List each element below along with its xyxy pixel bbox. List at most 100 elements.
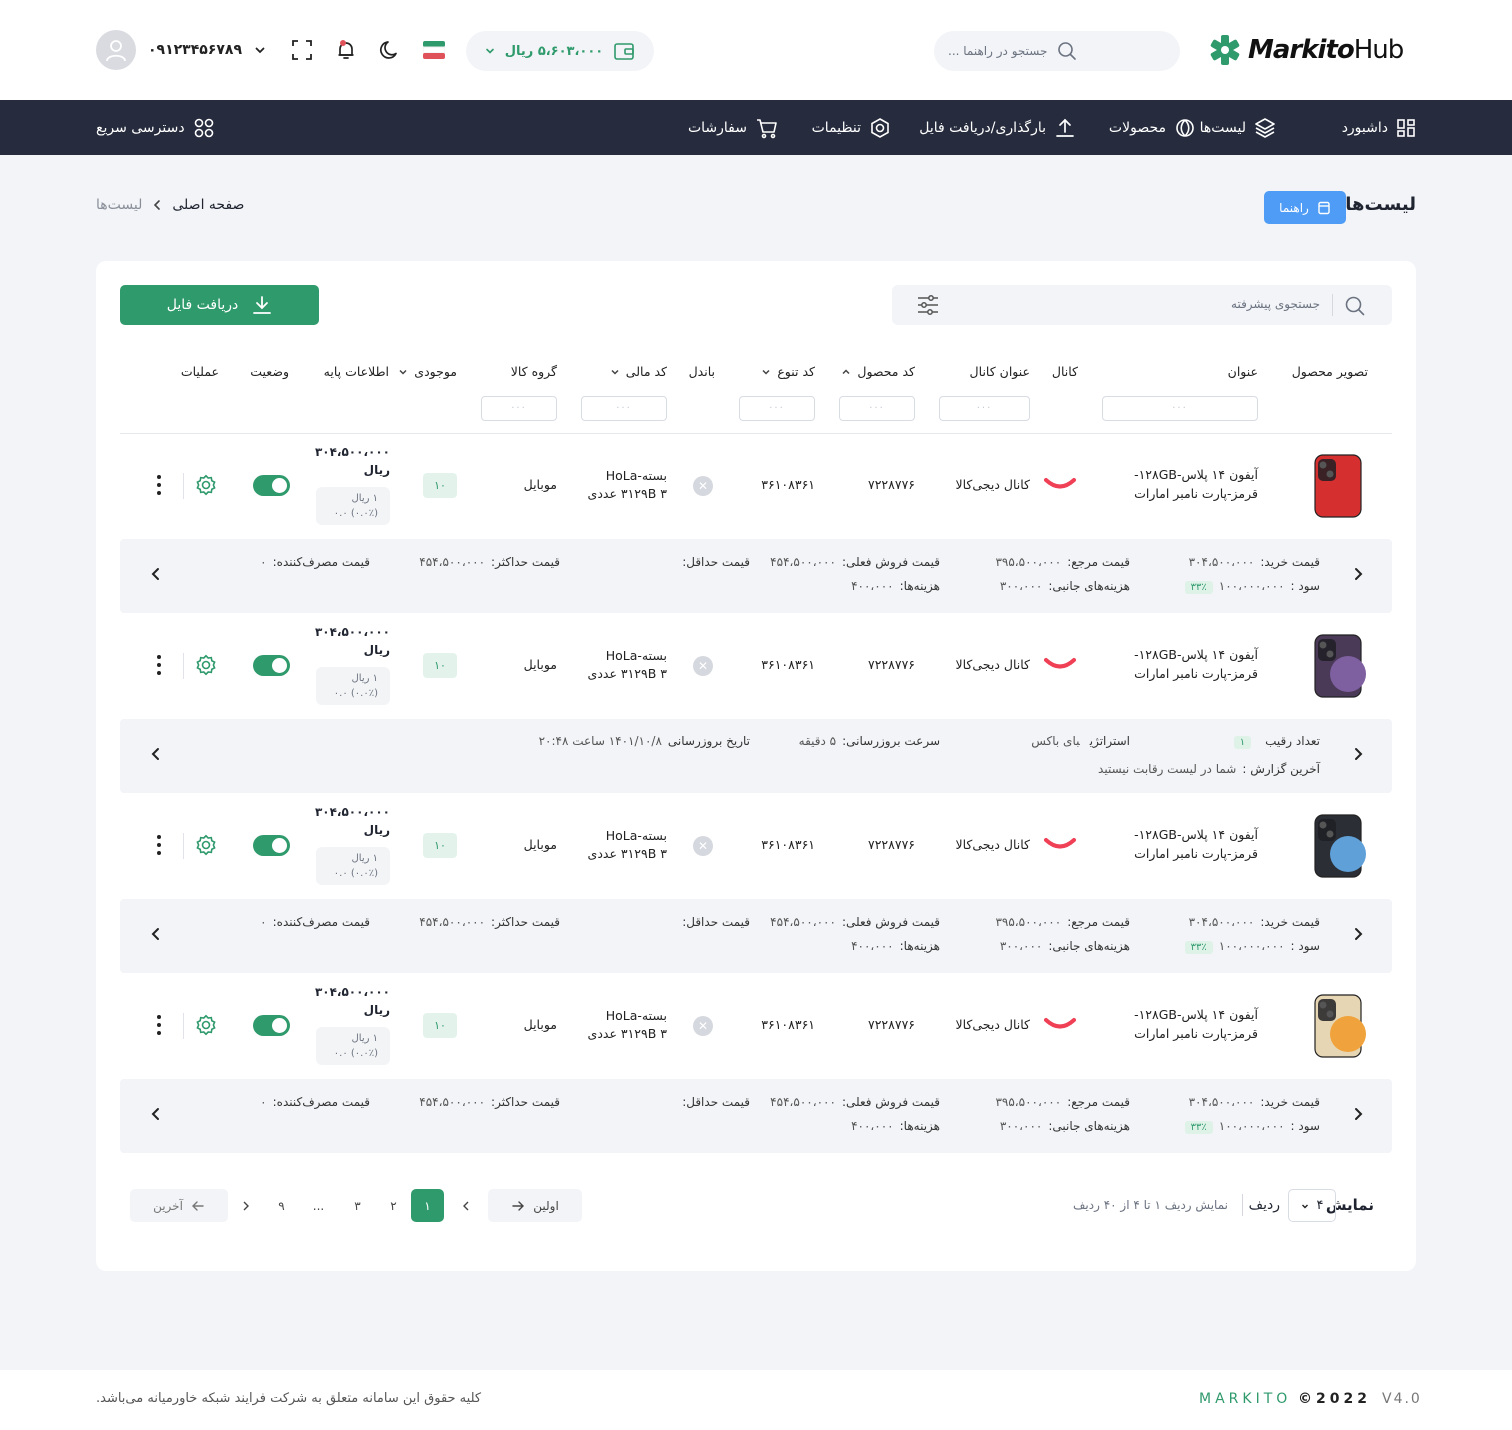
- settings-gear-icon[interactable]: [195, 834, 217, 856]
- filter-variant-code-input[interactable]: ···: [739, 396, 815, 421]
- settings-gear-icon[interactable]: [195, 474, 217, 496]
- product-title[interactable]: آیفون ۱۴ پلاس-۱۲۸GB-قرمز-پارت نامبر امار…: [1108, 1005, 1258, 1043]
- status-toggle[interactable]: [253, 1015, 290, 1036]
- filter-sliders-icon[interactable]: [916, 294, 940, 316]
- base-info-box: ۱ ریال (۰.۰٪) ۰.۰: [316, 1027, 390, 1065]
- page-number-active[interactable]: ۱: [411, 1189, 444, 1222]
- base-price: ۳۰۴،۵۰۰،۰۰۰ ریال: [315, 983, 390, 1019]
- product-title[interactable]: آیفون ۱۴ پلاس-۱۲۸GB-قرمز-پارت نامبر امار…: [1108, 645, 1258, 683]
- stock-badge: ۱۰: [423, 653, 457, 678]
- table-row[interactable]: آیفون ۱۴ پلاس-۱۲۸GB-قرمز-پارت نامبر امار…: [120, 793, 1392, 900]
- advanced-search[interactable]: جستجوی پیشرفته: [892, 285, 1392, 325]
- filter-title-input[interactable]: ···: [1102, 396, 1258, 421]
- filter-channel-title-input[interactable]: ···: [939, 396, 1030, 421]
- nav-item-products[interactable]: محصولات: [1109, 100, 1196, 155]
- stock-badge: ۱۰: [423, 1013, 457, 1038]
- more-options-icon[interactable]: [156, 833, 162, 857]
- column-header-group: گروه کالا: [510, 364, 557, 379]
- actions-divider: [183, 1013, 184, 1039]
- consumer-price: قیمت مصرف‌کننده:۰: [260, 555, 370, 569]
- current-sell-price: قیمت فروش فعلی:۴۵۴،۵۰۰،۰۰۰: [770, 555, 940, 569]
- dark-mode-icon[interactable]: [378, 38, 402, 62]
- buy-price: قیمت خرید:۳۰۴،۵۰۰،۰۰۰: [1188, 915, 1320, 929]
- chevron-left-icon[interactable]: [150, 566, 162, 582]
- digikala-logo-icon: [1044, 1017, 1076, 1031]
- column-header-channel-title: عنوان کانال: [969, 364, 1030, 379]
- filter-finance-code-input[interactable]: ···: [581, 396, 667, 421]
- wallet-balance[interactable]: ۵،۶۰۳،۰۰۰ ریال: [466, 31, 654, 71]
- variant-code: ۳۶۱۰۸۳۶۱: [761, 1017, 815, 1032]
- breadcrumb-home[interactable]: صفحه اصلی: [172, 197, 244, 213]
- rows-summary: نمایش ردیف ۱ تا ۴ از ۴۰ ردیف: [1072, 1198, 1228, 1212]
- fullscreen-icon[interactable]: [290, 38, 314, 62]
- buy-price: قیمت خرید:۳۰۴،۵۰۰،۰۰۰: [1188, 1095, 1320, 1109]
- profit: سود :۱۰۰،۰۰۰،۰۰۰۳۳٪: [1184, 1119, 1320, 1134]
- column-header-variant-code[interactable]: کد تنوع: [761, 364, 815, 379]
- filter-product-code-input[interactable]: ···: [839, 396, 915, 421]
- product-group: موبایل: [523, 477, 557, 492]
- table-row[interactable]: آیفون ۱۴ پلاس-۱۲۸GB-قرمز-پارت نامبر امار…: [120, 433, 1392, 540]
- status-toggle[interactable]: [253, 835, 290, 856]
- nav-item-dashboard[interactable]: داشبورد: [1342, 100, 1416, 155]
- chevron-right-icon[interactable]: [1352, 566, 1364, 582]
- product-title[interactable]: آیفون ۱۴ پلاس-۱۲۸GB-قرمز-پارت نامبر امار…: [1108, 825, 1258, 863]
- logo[interactable]: MarkitoHub: [1208, 30, 1414, 70]
- prev-page-button[interactable]: [449, 1189, 482, 1222]
- status-toggle[interactable]: [253, 655, 290, 676]
- upload-icon: [1056, 118, 1074, 137]
- settings-gear-icon[interactable]: [195, 1014, 217, 1036]
- column-header-finance-code[interactable]: کد مالی: [610, 364, 667, 379]
- language-flag-icon[interactable]: [422, 38, 446, 62]
- last-page-button[interactable]: آخرین: [130, 1189, 228, 1222]
- nav-item-settings[interactable]: تنظیمات: [812, 100, 891, 155]
- filter-group-input[interactable]: ···: [481, 396, 557, 421]
- product-title[interactable]: آیفون ۱۴ پلاس-۱۲۸GB-قرمز-پارت نامبر امار…: [1108, 465, 1258, 503]
- more-options-icon[interactable]: [156, 1013, 162, 1037]
- chevron-down-icon: [1301, 1204, 1308, 1208]
- table-row[interactable]: آیفون ۱۴ پلاس-۱۲۸GB-قرمز-پارت نامبر امار…: [120, 973, 1392, 1080]
- base-info-line: ۱ ریال: [351, 853, 378, 864]
- table-row[interactable]: آیفون ۱۴ پلاس-۱۲۸GB-قرمز-پارت نامبر امار…: [120, 613, 1392, 720]
- product-code: ۷۲۲۸۷۷۶: [868, 1017, 915, 1032]
- page-number[interactable]: ۲: [377, 1189, 410, 1222]
- finance-code: بسته-HoLa ۳۱۲۹B ۳ عددی: [587, 828, 667, 861]
- next-page-button[interactable]: [229, 1189, 262, 1222]
- current-sell-price: قیمت فروش فعلی:۴۵۴،۵۰۰،۰۰۰: [770, 915, 940, 929]
- nav-item-upload[interactable]: بارگذاری/دریافت فایل: [919, 100, 1076, 155]
- buy-price: قیمت خرید:۳۰۴،۵۰۰،۰۰۰: [1188, 555, 1320, 569]
- wallet-icon: [614, 43, 635, 60]
- footer-version: V4.0: [1382, 1391, 1422, 1407]
- first-page-button[interactable]: اولین: [488, 1189, 582, 1222]
- status-toggle[interactable]: [253, 475, 290, 496]
- guide-button[interactable]: راهنما: [1264, 191, 1346, 224]
- page-size-select[interactable]: ۴: [1288, 1189, 1336, 1222]
- variant-code: ۳۶۱۰۸۳۶۱: [761, 657, 815, 672]
- chevron-right-icon[interactable]: [1352, 926, 1364, 942]
- product-image: [1308, 454, 1368, 518]
- settings-gear-icon[interactable]: [195, 654, 217, 676]
- first-page-label: اولین: [533, 1198, 559, 1213]
- chevron-left-icon[interactable]: [150, 1106, 162, 1122]
- costs: هزینه‌ها:۴۰۰،۰۰۰: [851, 1119, 940, 1133]
- nav-item-orders[interactable]: سفارشات: [688, 100, 779, 155]
- more-options-icon[interactable]: [156, 473, 162, 497]
- column-header-stock[interactable]: موجودی: [398, 364, 457, 379]
- chevron-left-icon[interactable]: [150, 926, 162, 942]
- logo-primary: Markito: [1248, 35, 1355, 65]
- costs: هزینه‌ها:۴۰۰،۰۰۰: [851, 579, 940, 593]
- more-options-icon[interactable]: [156, 653, 162, 677]
- nav-item-lists[interactable]: لیست‌ها: [1200, 100, 1276, 155]
- actions-divider: [183, 653, 184, 679]
- page-number[interactable]: ۹: [265, 1189, 298, 1222]
- download-file-button[interactable]: دریافت فایل: [120, 285, 319, 325]
- page-number[interactable]: ۳: [341, 1189, 374, 1222]
- column-header-product-code[interactable]: کد محصول: [841, 364, 915, 379]
- notification-bell-icon[interactable]: [334, 38, 358, 62]
- quick-access[interactable]: دسترسی سریع: [96, 100, 215, 155]
- help-search[interactable]: جستجو در راهنما ...: [934, 31, 1180, 71]
- user-menu[interactable]: ۰۹۱۲۳۴۵۶۷۸۹: [96, 30, 266, 70]
- chevron-right-icon[interactable]: [1352, 746, 1364, 762]
- chevron-right-icon[interactable]: [1352, 1106, 1364, 1122]
- grid-icon: [194, 118, 213, 137]
- chevron-left-icon[interactable]: [150, 746, 162, 762]
